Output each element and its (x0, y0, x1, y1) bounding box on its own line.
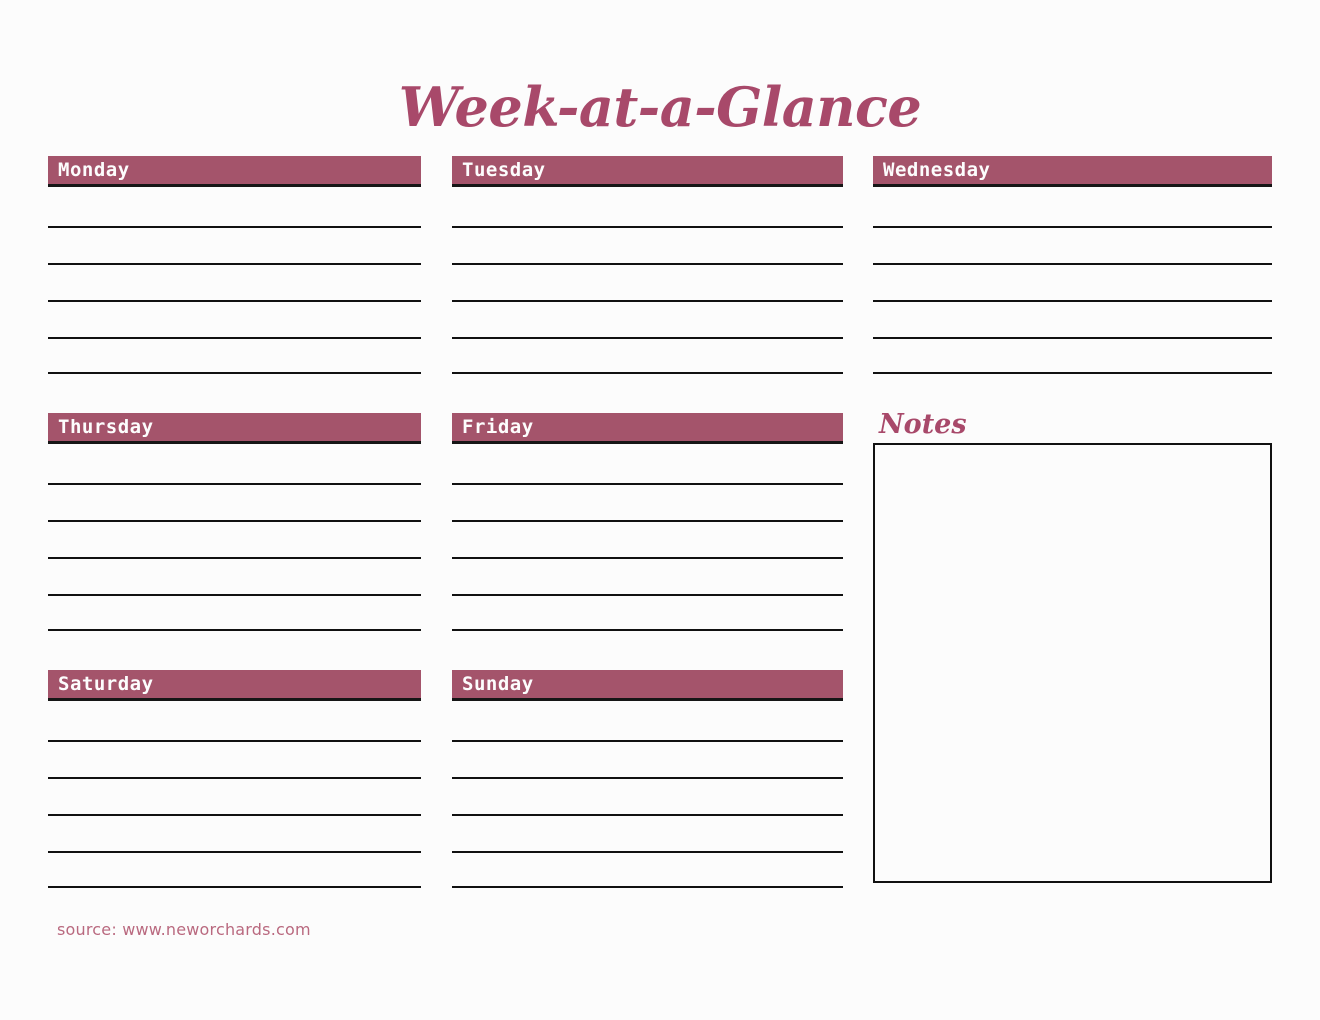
write-line[interactable] (452, 263, 843, 265)
notes-panel: Notes (873, 411, 1272, 883)
day-lines-sunday (452, 701, 843, 926)
page-title: Week-at-a-Glance (398, 75, 922, 140)
day-header-label: Tuesday (462, 158, 546, 181)
day-block-wednesday: Wednesday (873, 156, 1272, 412)
day-lines-friday (452, 444, 843, 669)
write-line[interactable] (452, 226, 843, 228)
notes-label: Notes (879, 409, 967, 440)
day-header-label: Sunday (462, 672, 534, 695)
write-line[interactable] (452, 372, 843, 374)
write-line[interactable] (48, 372, 421, 374)
write-line[interactable] (48, 300, 421, 302)
write-line[interactable] (48, 886, 421, 888)
day-lines-thursday (48, 444, 421, 669)
day-header-label: Monday (58, 158, 130, 181)
day-lines-wednesday (873, 187, 1272, 412)
write-line[interactable] (48, 226, 421, 228)
write-line[interactable] (48, 520, 421, 522)
write-line[interactable] (48, 740, 421, 742)
day-header-label: Friday (462, 415, 534, 438)
day-header-label: Saturday (58, 672, 154, 695)
write-line[interactable] (452, 814, 843, 816)
write-line[interactable] (452, 777, 843, 779)
write-line[interactable] (48, 629, 421, 631)
day-header-label: Wednesday (883, 158, 991, 181)
day-lines-tuesday (452, 187, 843, 412)
write-line[interactable] (452, 851, 843, 853)
notes-input-area[interactable] (873, 443, 1272, 883)
day-block-friday: Friday (452, 413, 843, 669)
day-header-thursday[interactable]: Thursday (48, 413, 421, 444)
write-line[interactable] (48, 777, 421, 779)
day-header-wednesday[interactable]: Wednesday (873, 156, 1272, 187)
day-header-tuesday[interactable]: Tuesday (452, 156, 843, 187)
day-block-saturday: Saturday (48, 670, 421, 926)
write-line[interactable] (873, 226, 1272, 228)
write-line[interactable] (873, 372, 1272, 374)
day-lines-monday (48, 187, 421, 412)
day-block-sunday: Sunday (452, 670, 843, 926)
day-block-tuesday: Tuesday (452, 156, 843, 412)
day-block-thursday: Thursday (48, 413, 421, 669)
write-line[interactable] (452, 740, 843, 742)
day-block-monday: Monday (48, 156, 421, 412)
write-line[interactable] (452, 337, 843, 339)
write-line[interactable] (873, 300, 1272, 302)
write-line[interactable] (48, 814, 421, 816)
write-line[interactable] (48, 483, 421, 485)
source-attribution: source: www.neworchards.com (57, 920, 311, 939)
day-header-friday[interactable]: Friday (452, 413, 843, 444)
write-line[interactable] (452, 629, 843, 631)
day-header-label: Thursday (58, 415, 154, 438)
day-header-saturday[interactable]: Saturday (48, 670, 421, 701)
write-line[interactable] (452, 886, 843, 888)
write-line[interactable] (873, 337, 1272, 339)
write-line[interactable] (48, 337, 421, 339)
day-lines-saturday (48, 701, 421, 926)
day-header-monday[interactable]: Monday (48, 156, 421, 187)
write-line[interactable] (452, 520, 843, 522)
day-header-sunday[interactable]: Sunday (452, 670, 843, 701)
write-line[interactable] (452, 300, 843, 302)
write-line[interactable] (48, 851, 421, 853)
write-line[interactable] (48, 557, 421, 559)
write-line[interactable] (48, 263, 421, 265)
write-line[interactable] (48, 594, 421, 596)
write-line[interactable] (452, 557, 843, 559)
write-line[interactable] (873, 263, 1272, 265)
write-line[interactable] (452, 483, 843, 485)
write-line[interactable] (452, 594, 843, 596)
